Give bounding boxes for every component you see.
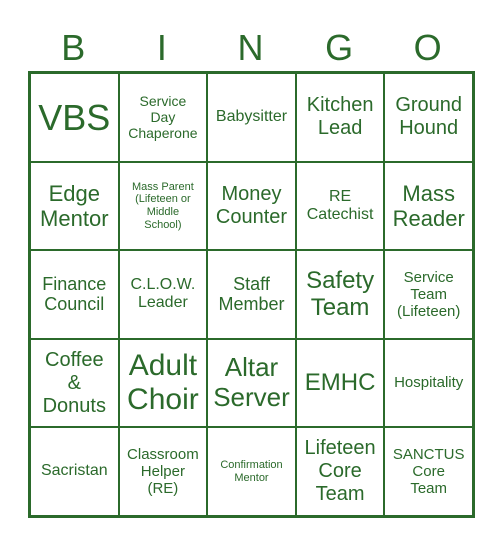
header-letter-n: N [237,27,264,68]
bingo-cell[interactable]: Confirmation Mentor [207,427,296,516]
header-letter-b: B [61,27,86,68]
bingo-cell[interactable]: Lifeteen Core Team [295,427,385,516]
bingo-cell[interactable]: Mass Parent (Lifeteen or Middle School) [118,161,208,251]
bingo-cell[interactable]: Safety Team [295,250,385,339]
bingo-cell[interactable]: RE Catechist [295,161,385,251]
bingo-cell[interactable]: Ground Hound [384,73,473,162]
bingo-cell[interactable]: Classroom Helper (RE) [118,427,208,516]
bingo-cell[interactable]: EMHC [295,338,385,428]
bingo-cell[interactable]: Adult Choir [118,338,208,428]
bingo-cell[interactable]: Finance Council [30,250,119,339]
bingo-cell[interactable]: Babysitter [207,73,296,162]
bingo-cell[interactable]: Altar Server [207,338,296,428]
bingo-cell[interactable]: Service Team (Lifeteen) [384,250,473,339]
bingo-grid: VBS Service Day Chaperone Babysitter Kitche… [28,71,475,518]
bingo-cell[interactable]: Coffee & Donuts [30,338,119,428]
bingo-cell[interactable]: Money Counter [207,161,296,251]
bingo-cell[interactable]: C.L.O.W. Leader [118,250,208,339]
bingo-cell[interactable]: Edge Mentor [30,161,119,251]
bingo-cell[interactable]: Staff Member [207,250,296,339]
header-letter-i: I [156,27,167,68]
bingo-cell[interactable]: SANCTUS Core Team [384,427,473,516]
bingo-cell[interactable]: Sacristan [30,427,119,516]
bingo-cell[interactable]: Service Day Chaperone [118,73,208,162]
header-letter-g: G [325,27,354,68]
header-letter-o: O [413,27,442,68]
bingo-cell[interactable]: Mass Reader [384,161,473,251]
bingo-cell[interactable]: Hospitality [384,338,473,428]
bingo-cell[interactable]: VBS [30,73,119,162]
bingo-cell[interactable]: Kitchen Lead [295,73,385,162]
bingo-header: B I N G O [29,26,472,70]
